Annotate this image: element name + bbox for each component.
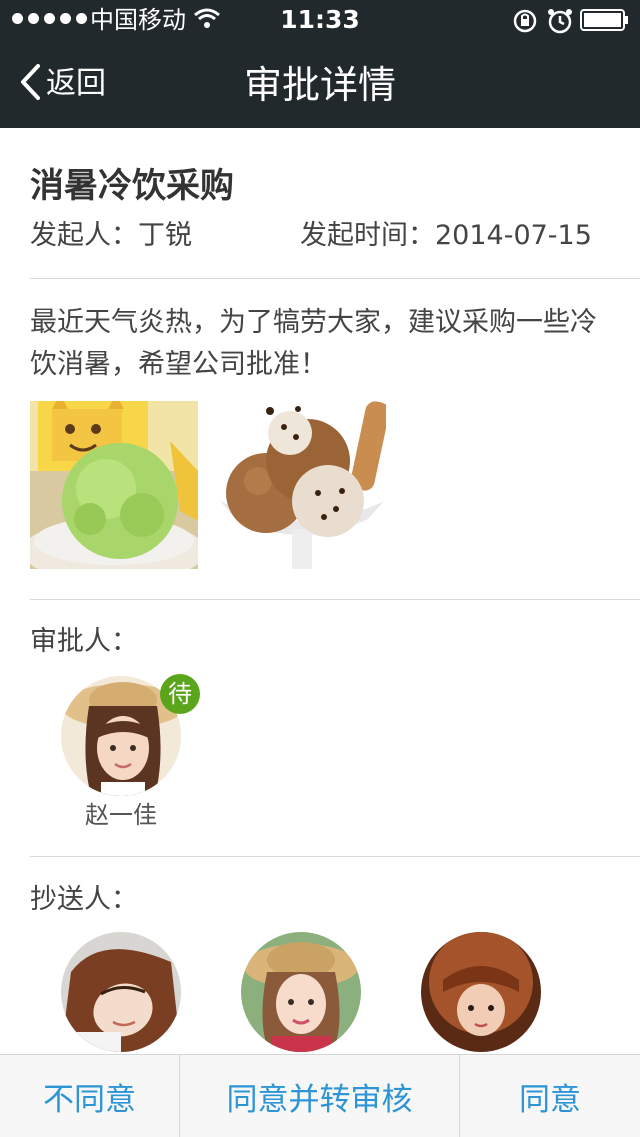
status-bar: 中国移动 11:33	[0, 0, 640, 40]
cc-avatar[interactable]	[61, 932, 181, 1052]
divider	[30, 599, 640, 600]
navigation-bar: 返回 审批详情	[0, 40, 640, 128]
request-title: 消暑冷饮采购	[30, 166, 234, 206]
cc-label: 抄送人：	[30, 884, 138, 915]
divider	[30, 278, 640, 279]
initiator-line: 发起人：丁锐	[30, 218, 192, 254]
request-description: 最近天气炎热，为了犒劳大家，建议采购一些冷饮消暑，希望公司批准！	[30, 307, 597, 380]
header: 中国移动 11:33 返回 审批详情	[0, 0, 640, 128]
cc-avatar[interactable]	[241, 932, 361, 1052]
status-time: 11:33	[280, 5, 360, 34]
pending-badge: 待	[160, 674, 200, 714]
agree-button[interactable]: 同意	[460, 1055, 640, 1137]
cc-avatar[interactable]	[421, 932, 541, 1052]
approver-name: 赵一佳	[85, 801, 157, 829]
agree-and-forward-button[interactable]: 同意并转审核	[180, 1055, 460, 1137]
divider	[30, 856, 640, 857]
initiator-name: 丁锐	[138, 220, 192, 251]
alarm-icon	[547, 7, 573, 39]
submit-time-label: 发起时间：	[300, 220, 435, 251]
attachment-image-chocolate-ice-cream[interactable]	[218, 401, 386, 569]
approvers-label: 审批人：	[30, 626, 138, 657]
rotation-lock-icon	[512, 8, 538, 38]
reject-button[interactable]: 不同意	[0, 1055, 180, 1137]
page-title: 审批详情	[243, 63, 396, 107]
initiator-label: 发起人：	[30, 220, 138, 251]
battery-icon	[580, 9, 630, 35]
action-bar: 不同意 同意并转审核 同意	[0, 1054, 640, 1137]
submit-time-value: 2014-07-15	[435, 220, 592, 251]
submit-time-line: 发起时间：2014-07-15	[300, 218, 592, 254]
attachment-image-green-ice-cream[interactable]	[30, 401, 198, 569]
